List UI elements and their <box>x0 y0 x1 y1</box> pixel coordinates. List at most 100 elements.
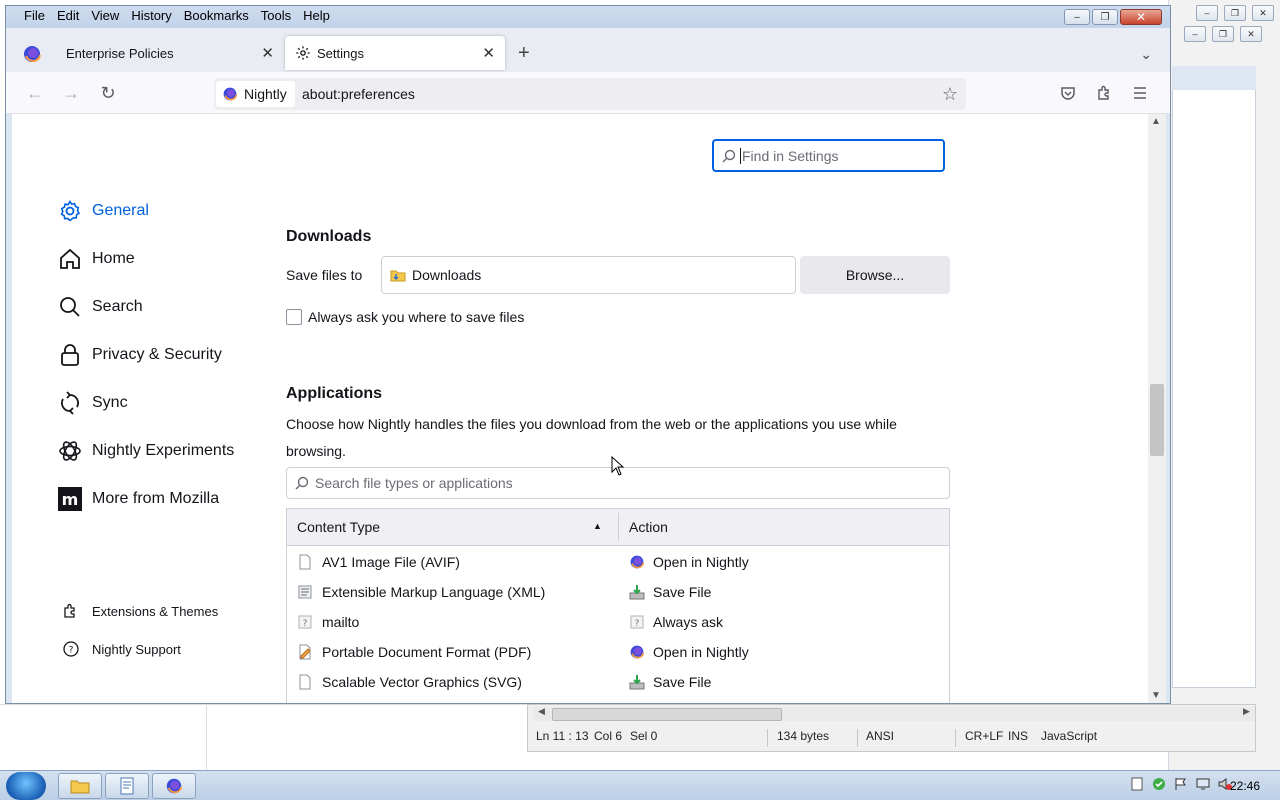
menu-edit[interactable]: Edit <box>51 8 85 23</box>
file-type-search-placeholder: Search file types or applications <box>315 475 513 491</box>
vertical-scroll-thumb[interactable] <box>1150 384 1164 456</box>
menu-file[interactable]: File <box>18 8 51 23</box>
close-window-icon[interactable]: ✕ <box>1120 9 1162 25</box>
tab-settings[interactable]: Settings ✕ <box>285 36 505 70</box>
table-header: Content Type ▲ Action <box>287 509 949 546</box>
restore-icon[interactable]: ❐ <box>1092 9 1118 25</box>
puzzle-icon <box>64 603 75 618</box>
sidebar-item-privacy[interactable]: Privacy & Security <box>58 343 222 367</box>
action[interactable]: Save File <box>653 674 711 690</box>
lock-icon <box>61 344 79 366</box>
folder-icon <box>70 780 90 794</box>
scroll-left-icon[interactable]: ◀ <box>538 706 545 717</box>
save-files-label: Save files to <box>286 267 363 283</box>
ask-icon: ? <box>630 615 644 629</box>
download-folder-field[interactable]: Downloads <box>381 256 796 294</box>
tab-strip: Enterprise Policies ✕ Settings ✕ + ⌄ <box>6 28 1170 72</box>
sidebar-item-label: Home <box>92 250 135 267</box>
browse-button[interactable]: Browse... <box>800 256 950 294</box>
sidebar-item-experiments[interactable]: Nightly Experiments <box>58 439 234 463</box>
table-row[interactable]: Scalable Vector Graphics (SVG) Save File <box>287 667 949 697</box>
experiments-icon <box>59 441 81 461</box>
file-icon <box>299 554 311 570</box>
bookmark-star-icon[interactable]: ☆ <box>942 84 958 105</box>
search-icon <box>60 297 80 317</box>
sidebar-item-label: More from Mozilla <box>92 490 220 507</box>
explorer-taskbar-button[interactable] <box>58 773 102 799</box>
identity-box[interactable]: Nightly <box>216 81 295 107</box>
menu-view[interactable]: View <box>85 8 125 23</box>
network-check-icon[interactable] <box>1152 777 1166 791</box>
navigation-toolbar: ← → ↻ Nightly about:preferences ☆ <box>6 72 1170 114</box>
table-row[interactable]: ? mailto ? Always ask <box>287 607 949 637</box>
table-row[interactable]: Extensible Markup Language (XML) Save Fi… <box>287 577 949 607</box>
sidebar-item-more-from-mozilla[interactable]: m More from Mozilla <box>58 487 219 511</box>
flag-icon[interactable] <box>1174 777 1188 791</box>
url-bar[interactable]: Nightly about:preferences ☆ <box>214 78 966 110</box>
close-icon[interactable]: ✕ <box>1252 5 1274 21</box>
extensions-icon[interactable] <box>1093 82 1115 104</box>
always-ask-label[interactable]: Always ask you where to save files <box>308 309 524 325</box>
sidebar-footer-extensions[interactable]: Extensions & Themes <box>62 602 218 620</box>
scroll-right-icon[interactable]: ▶ <box>1243 706 1250 717</box>
column-header-content-type[interactable]: Content Type <box>297 519 380 535</box>
sidebar-item-search[interactable]: Search <box>58 295 143 319</box>
new-tab-icon[interactable]: + <box>518 42 530 65</box>
status-size: 134 bytes <box>777 729 830 743</box>
menu-history[interactable]: History <box>125 8 177 23</box>
notepad-icon <box>120 777 134 795</box>
status-sel: Sel 0 <box>630 729 658 743</box>
close-tab-icon[interactable]: ✕ <box>261 44 274 62</box>
mouse-cursor-icon <box>611 456 625 476</box>
status-mode: INS <box>1008 729 1029 743</box>
action[interactable]: Open in Nightly <box>653 554 749 570</box>
reload-icon[interactable]: ↻ <box>97 82 119 104</box>
scroll-down-icon[interactable]: ▼ <box>1151 690 1161 701</box>
horizontal-scroll-thumb[interactable] <box>552 708 782 721</box>
start-button[interactable] <box>6 772 46 800</box>
action[interactable]: Save File <box>653 584 711 600</box>
document-tray-icon[interactable] <box>1130 777 1144 791</box>
content-type: Portable Document Format (PDF) <box>322 644 532 660</box>
scroll-up-icon[interactable]: ▲ <box>1151 116 1161 127</box>
back-icon[interactable]: ← <box>24 82 46 104</box>
browser-window: File Edit View History Bookmarks Tools H… <box>5 5 1171 704</box>
pocket-icon[interactable] <box>1057 82 1079 104</box>
vertical-scrollbar[interactable]: ▲ ▼ <box>1148 114 1166 703</box>
menu-bookmarks[interactable]: Bookmarks <box>178 8 255 23</box>
svg-text:?: ? <box>635 619 640 629</box>
close-tab-icon[interactable]: ✕ <box>482 44 495 62</box>
app-menu-icon[interactable] <box>1129 82 1151 104</box>
minimize-icon[interactable]: – <box>1184 26 1206 42</box>
table-row[interactable]: Portable Document Format (PDF) Open in N… <box>287 637 949 667</box>
editor-taskbar-button[interactable] <box>105 773 149 799</box>
tab-enterprise-policies[interactable]: Enterprise Policies ✕ <box>52 36 284 70</box>
sidebar-item-label: Search <box>92 298 143 315</box>
menu-tools[interactable]: Tools <box>255 8 297 23</box>
minimize-icon[interactable]: – <box>1064 9 1090 25</box>
close-icon[interactable]: ✕ <box>1240 26 1262 42</box>
chevron-down-icon[interactable]: ⌄ <box>1140 46 1152 63</box>
clock[interactable]: 22:46 <box>1230 779 1260 793</box>
background-window-controls: – ❐ ✕ <box>1172 2 1280 24</box>
sidebar-item-home[interactable]: Home <box>58 247 135 271</box>
sidebar-item-general[interactable]: General <box>58 199 149 223</box>
find-in-settings-input[interactable]: Find in Settings <box>712 139 945 172</box>
table-row[interactable]: AV1 Image File (AVIF) Open in Nightly <box>287 547 949 577</box>
monitor-icon[interactable] <box>1196 777 1210 791</box>
menu-help[interactable]: Help <box>297 8 336 23</box>
restore-icon[interactable]: ❐ <box>1212 26 1234 42</box>
nightly-logo-icon[interactable] <box>22 44 42 64</box>
always-ask-checkbox[interactable] <box>286 309 302 325</box>
minimize-icon[interactable]: – <box>1196 5 1218 21</box>
action[interactable]: Always ask <box>653 614 723 630</box>
forward-icon[interactable]: → <box>60 82 82 104</box>
action[interactable]: Open in Nightly <box>653 644 749 660</box>
url-text[interactable]: about:preferences <box>302 86 415 102</box>
nightly-taskbar-button[interactable] <box>152 773 196 799</box>
column-header-action[interactable]: Action <box>629 519 668 535</box>
status-encoding: ANSI <box>866 729 895 743</box>
restore-icon[interactable]: ❐ <box>1224 5 1246 21</box>
sidebar-item-sync[interactable]: Sync <box>58 391 128 415</box>
sidebar-footer-support[interactable]: ? Nightly Support <box>62 640 181 658</box>
